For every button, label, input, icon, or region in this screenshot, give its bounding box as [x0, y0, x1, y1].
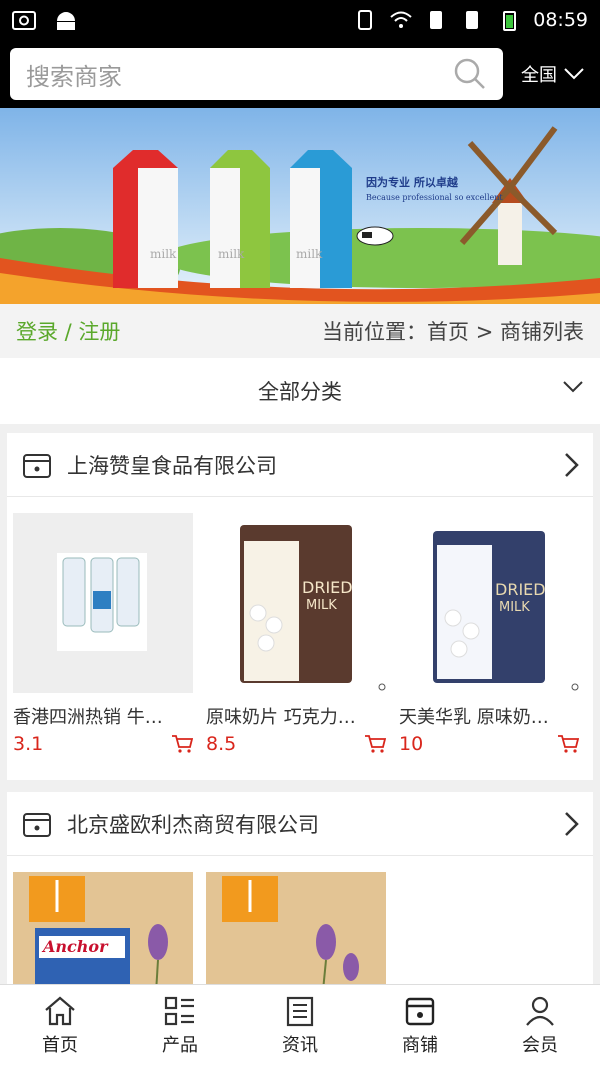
sim-signal-icon — [430, 11, 443, 29]
category-label: 全部分类 — [258, 380, 342, 404]
product-title: 原味奶片 巧克力… — [206, 707, 356, 728]
wifi-icon — [390, 11, 412, 28]
shop-name: 北京盛欧利杰商贸有限公司 — [67, 812, 319, 837]
banner[interactable]: milk milk milk 因为专业 所以卓越 Because profess… — [0, 108, 600, 304]
milk-carton-green: milk — [210, 150, 270, 288]
sim-signal-icon-2 — [466, 11, 479, 29]
chevron-right-icon — [565, 452, 579, 477]
nav-label: 会员 — [522, 1035, 558, 1056]
nav-member[interactable]: 会员 — [480, 985, 600, 1067]
product-list-icon — [164, 996, 194, 1026]
svg-text:DRIED: DRIED — [495, 580, 546, 599]
chevron-down-icon — [564, 68, 584, 80]
shop-icon — [405, 997, 435, 1026]
product-price: 10 — [399, 733, 424, 755]
member-icon — [526, 996, 554, 1026]
login-register-link[interactable]: 登录 / 注册 — [16, 316, 120, 346]
product-image: Anchor — [13, 872, 193, 984]
product-item[interactable]: DRIED MILK 原味奶片 巧克力… 8.5 — [206, 513, 386, 755]
svg-text:milk: milk — [218, 247, 245, 261]
nav-label: 商铺 — [402, 1035, 438, 1056]
search-icon[interactable] — [453, 57, 487, 91]
product-item[interactable]: Anchor — [13, 872, 193, 984]
header: 搜索商家 全国 — [0, 40, 600, 108]
milk-carton-blue: milk — [290, 150, 352, 288]
product-price: 3.1 — [13, 733, 44, 755]
nav-products[interactable]: 产品 — [120, 985, 240, 1067]
nav-label: 产品 — [162, 1035, 198, 1056]
svg-text:DRIED: DRIED — [302, 578, 353, 597]
milk-carton-red: milk — [113, 150, 178, 288]
nav-home[interactable]: 首页 — [0, 985, 120, 1067]
product-item[interactable] — [206, 872, 386, 984]
nav-label: 资讯 — [282, 1035, 318, 1056]
nav-news[interactable]: 资讯 — [240, 985, 360, 1067]
nav-shops[interactable]: 商铺 — [360, 985, 480, 1067]
shop-name: 上海赞皇食品有限公司 — [67, 453, 277, 478]
status-time: 08:59 — [533, 9, 588, 31]
product-image — [206, 872, 386, 984]
product-title: 天美华乳 原味奶… — [399, 707, 549, 728]
product-price: 8.5 — [206, 733, 237, 755]
shop-card: 上海赞皇食品有限公司 香港四洲热销 牛… 3.1 DRIED MILK 原味奶片… — [7, 433, 593, 780]
chevron-right-icon — [565, 811, 579, 836]
product-image: DRIED MILK — [399, 513, 579, 693]
banner-slogan-cn: 因为专业 所以卓越 — [366, 175, 459, 189]
breadcrumb: 当前位置：首页 > 商铺列表 — [322, 320, 584, 344]
status-bar: 08:59 — [0, 0, 600, 40]
search-input[interactable]: 搜索商家 — [26, 57, 453, 92]
svg-text:MILK: MILK — [306, 598, 337, 613]
cart-icon[interactable] — [364, 734, 386, 754]
svg-text:milk: milk — [150, 247, 177, 261]
region-label: 全国 — [521, 65, 557, 86]
product-item[interactable]: 香港四洲热销 牛… 3.1 — [13, 513, 193, 755]
product-item[interactable]: DRIED MILK 天美华乳 原味奶… 10 — [399, 513, 579, 755]
banner-slogan-en: Because professional so excellent — [366, 193, 503, 202]
home-icon — [45, 996, 75, 1026]
search-bar[interactable]: 搜索商家 — [10, 48, 503, 100]
nav-label: 首页 — [42, 1035, 78, 1056]
product-image — [13, 513, 193, 693]
cart-icon[interactable] — [557, 734, 579, 754]
svg-text:milk: milk — [296, 247, 323, 261]
shop-card: 北京盛欧利杰商贸有限公司 Anchor — [7, 792, 593, 984]
svg-text:Anchor: Anchor — [41, 937, 109, 956]
category-filter[interactable]: 全部分类 — [0, 358, 600, 424]
android-icon — [57, 12, 75, 30]
svg-text:MILK: MILK — [499, 600, 530, 615]
product-image: DRIED MILK — [206, 513, 386, 693]
vibrate-icon — [358, 10, 373, 30]
login-bar: 登录 / 注册 当前位置：首页 > 商铺列表 — [0, 304, 600, 358]
news-icon — [286, 996, 314, 1027]
cart-icon[interactable] — [171, 734, 193, 754]
battery-icon — [503, 11, 517, 31]
store-icon — [23, 812, 51, 837]
bottom-nav: 首页 产品 资讯 商铺 会员 — [0, 984, 600, 1067]
chevron-down-icon — [563, 381, 583, 393]
region-selector[interactable]: 全国 — [521, 61, 585, 87]
product-title: 香港四洲热销 牛… — [13, 707, 163, 728]
store-icon — [23, 453, 51, 478]
banner-image: milk milk milk 因为专业 所以卓越 Because profess… — [0, 108, 600, 304]
screenshot-icon — [12, 11, 36, 30]
shop-header[interactable]: 上海赞皇食品有限公司 — [7, 433, 593, 497]
shop-header[interactable]: 北京盛欧利杰商贸有限公司 — [7, 792, 593, 856]
